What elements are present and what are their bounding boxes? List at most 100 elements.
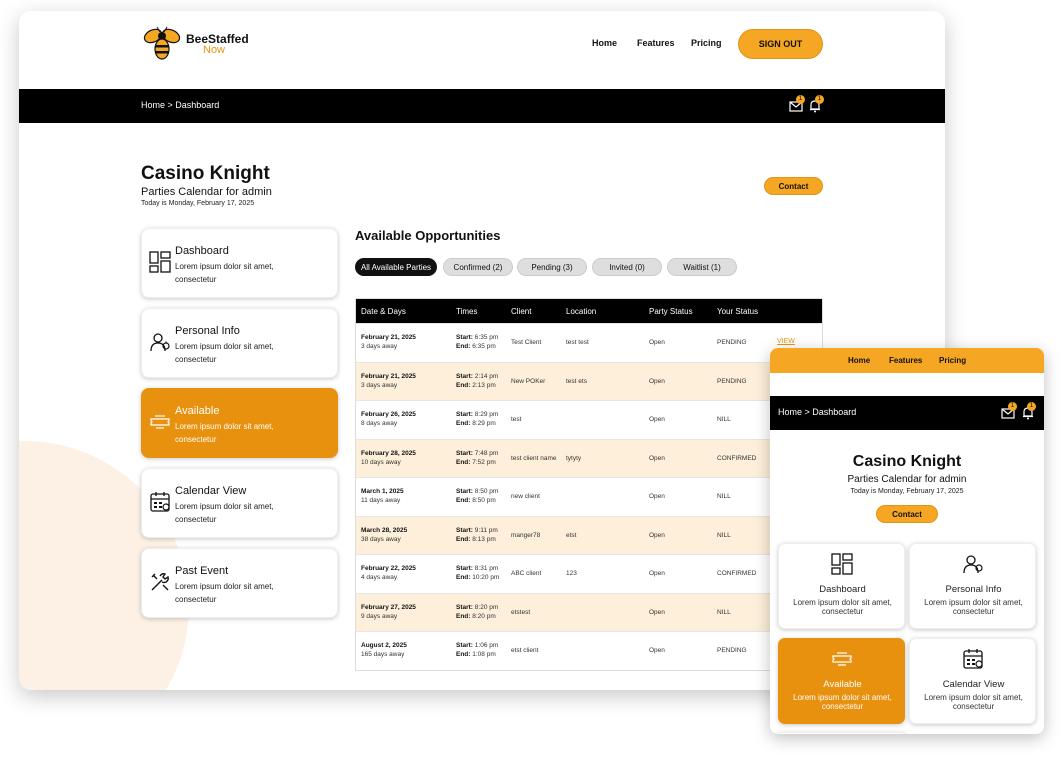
row-client: new client	[511, 493, 540, 500]
row-party-status: Open	[649, 608, 665, 616]
table-row[interactable]: February 21, 2025 3 days away Start: 6:35 …	[356, 323, 822, 362]
end-value: 6:35 pm	[472, 343, 496, 350]
mobile-card-desc: Lorem ipsum dolor sit amet, consectetur	[793, 693, 892, 711]
brand-logo[interactable]: BeeStaffed Now	[141, 25, 249, 63]
personal-info-icon	[150, 333, 170, 352]
section-title: Available Opportunities	[355, 228, 501, 243]
page-title: Casino Knight	[141, 163, 270, 184]
end-label: End:	[456, 612, 471, 620]
opportunities-table: Date & Days Times Client Location Party …	[355, 298, 823, 671]
row-party-status: Open	[649, 531, 665, 539]
filter-all-parties[interactable]: All Available Parties	[355, 258, 437, 276]
row-start-time: Start: 8:29 pm	[456, 411, 498, 418]
row-end-time: End: 6:35 pm	[456, 343, 496, 350]
page-subtitle: Parties Calendar for admin	[141, 186, 272, 198]
row-end-time: End: 2:13 pm	[456, 382, 496, 389]
start-label: Start:	[456, 603, 473, 611]
row-your-status: NILL	[717, 416, 731, 423]
mobile-nav-pricing[interactable]: Pricing	[939, 356, 966, 365]
end-label: End:	[456, 420, 471, 427]
sidebar-item-dashboard[interactable]: Dashboard Lorem ipsum dolor sit amet, co…	[141, 228, 338, 298]
mobile-card-personal-info[interactable]: Personal Info Lorem ipsum dolor sit amet…	[909, 543, 1036, 629]
sidebar-item-calendar-view[interactable]: Calendar View Lorem ipsum dolor sit amet…	[141, 468, 338, 538]
row-location: 123	[566, 570, 577, 577]
mobile-contact-button[interactable]: Contact	[876, 505, 938, 523]
row-end-time: End: 10:20 pm	[456, 574, 499, 581]
mobile-nav-features[interactable]: Features	[889, 356, 922, 365]
mobile-breadcrumb[interactable]: Home > Dashboard	[778, 407, 856, 417]
table-row[interactable]: February 27, 2025 9 days away Start: 8:20 …	[356, 592, 822, 631]
sidebar-item-title: Personal Info	[175, 325, 240, 337]
row-date: February 21, 2025	[361, 334, 416, 341]
start-value: 2:14 pm	[474, 372, 499, 380]
mobile-nav-home[interactable]: Home	[848, 356, 870, 365]
filter-waitlist[interactable]: Waitlist (1)	[667, 258, 737, 276]
row-end-time: End: 8:13 pm	[456, 536, 496, 543]
mobile-card-desc: Lorem ipsum dolor sit amet, consectetur	[924, 598, 1023, 616]
row-party-status: Open	[649, 647, 665, 654]
row-start-time: Start: 2:14 pm	[456, 373, 498, 380]
sidebar-item-personal-info[interactable]: Personal Info Lorem ipsum dolor sit amet…	[141, 308, 338, 378]
table-row[interactable]: February 28, 2025 10 days away Start: 7:48…	[356, 438, 822, 477]
row-days-away: 11 days away	[361, 497, 401, 504]
breadcrumb[interactable]: Home > Dashboard	[141, 100, 219, 110]
start-value: 6:35 pm	[474, 334, 499, 341]
row-date: February 28, 2025	[361, 449, 416, 457]
filter-invited[interactable]: Invited (0)	[592, 258, 662, 276]
sidebar-item-desc: Lorem ipsum dolor sit amet, consectetur	[175, 422, 274, 444]
table-row[interactable]: February 22, 2025 4 days away Start: 8:31 …	[356, 554, 822, 593]
row-party-status: Open	[649, 377, 665, 385]
table-row[interactable]: February 26, 2025 8 days away Start: 8:29 …	[356, 400, 822, 439]
sign-out-button[interactable]: SIGN OUT	[738, 29, 823, 59]
filter-confirmed[interactable]: Confirmed (2)	[443, 258, 513, 276]
mobile-card-available[interactable]: Available Lorem ipsum dolor sit amet, co…	[778, 638, 905, 724]
available-ticket-icon	[150, 415, 170, 429]
brand-name: BeeStaffed	[186, 31, 249, 46]
mobile-nav: Home Features Pricing	[770, 348, 1044, 373]
view-link[interactable]: VIEW	[777, 338, 795, 345]
row-party-status: Open	[649, 416, 665, 423]
sidebar-item-past-event[interactable]: Past Event Lorem ipsum dolor sit amet, c…	[141, 548, 338, 618]
row-client: New POKer	[511, 377, 546, 385]
nav-home[interactable]: Home	[592, 38, 617, 48]
start-label: Start:	[456, 449, 473, 457]
filter-pending[interactable]: Pending (3)	[517, 258, 587, 276]
mobile-card-desc: Lorem ipsum dolor sit amet, consectetur	[793, 598, 892, 616]
end-value: 8:29 pm	[472, 420, 496, 427]
alerts-badge: 1	[815, 95, 824, 104]
start-label: Start:	[456, 372, 473, 380]
col-date: Date & Days	[361, 307, 406, 316]
row-days-away: 4 days away	[361, 574, 398, 581]
table-row[interactable]: March 28, 2025 38 days away Start: 9:11 pm…	[356, 515, 822, 554]
sidebar-item-desc: Lorem ipsum dolor sit amet, consectetur	[175, 262, 274, 284]
end-value: 7:52 pm	[472, 458, 496, 466]
dashboard-icon	[831, 553, 853, 575]
tools-icon	[151, 573, 169, 591]
row-end-time: End: 8:29 pm	[456, 420, 496, 427]
nav-pricing[interactable]: Pricing	[691, 38, 722, 48]
mobile-card-dashboard[interactable]: Dashboard Lorem ipsum dolor sit amet, co…	[778, 543, 905, 629]
breadcrumb-bar: Home > Dashboard 1 1	[19, 89, 945, 123]
row-start-time: Start: 1:06 pm	[456, 642, 498, 649]
sidebar-item-available[interactable]: Available Lorem ipsum dolor sit amet, co…	[141, 388, 338, 458]
mobile-card-calendar-view[interactable]: Calendar View Lorem ipsum dolor sit amet…	[909, 638, 1036, 724]
row-days-away: 3 days away	[361, 343, 398, 350]
row-client: etst client	[511, 647, 539, 654]
row-party-status: Open	[649, 493, 665, 500]
mobile-alerts-badge: 1	[1027, 402, 1036, 411]
table-row[interactable]: March 1, 2025 11 days away Start: 8:50 pm E…	[356, 477, 822, 516]
mobile-breadcrumb-bar: Home > Dashboard 1 1	[770, 396, 1044, 430]
mobile-messages-badge: 1	[1008, 402, 1017, 411]
nav-features[interactable]: Features	[637, 38, 675, 48]
messages-badge: 1	[796, 95, 805, 104]
mobile-today-date: Today is Monday, February 17, 2025	[850, 488, 964, 495]
row-days-away: 9 days away	[361, 612, 398, 620]
row-your-status: CONFIRMED	[717, 454, 757, 462]
table-row[interactable]: August 2, 2025 165 days away Start: 1:06 p…	[356, 631, 822, 670]
contact-button[interactable]: Contact	[764, 177, 823, 195]
mobile-page-subtitle: Parties Calendar for admin	[847, 474, 967, 485]
row-location: test test	[566, 339, 589, 346]
table-row[interactable]: February 21, 2025 3 days away Start: 2:14 …	[356, 361, 822, 400]
row-client: etstest	[511, 608, 531, 616]
row-your-status: PENDING	[717, 647, 747, 654]
